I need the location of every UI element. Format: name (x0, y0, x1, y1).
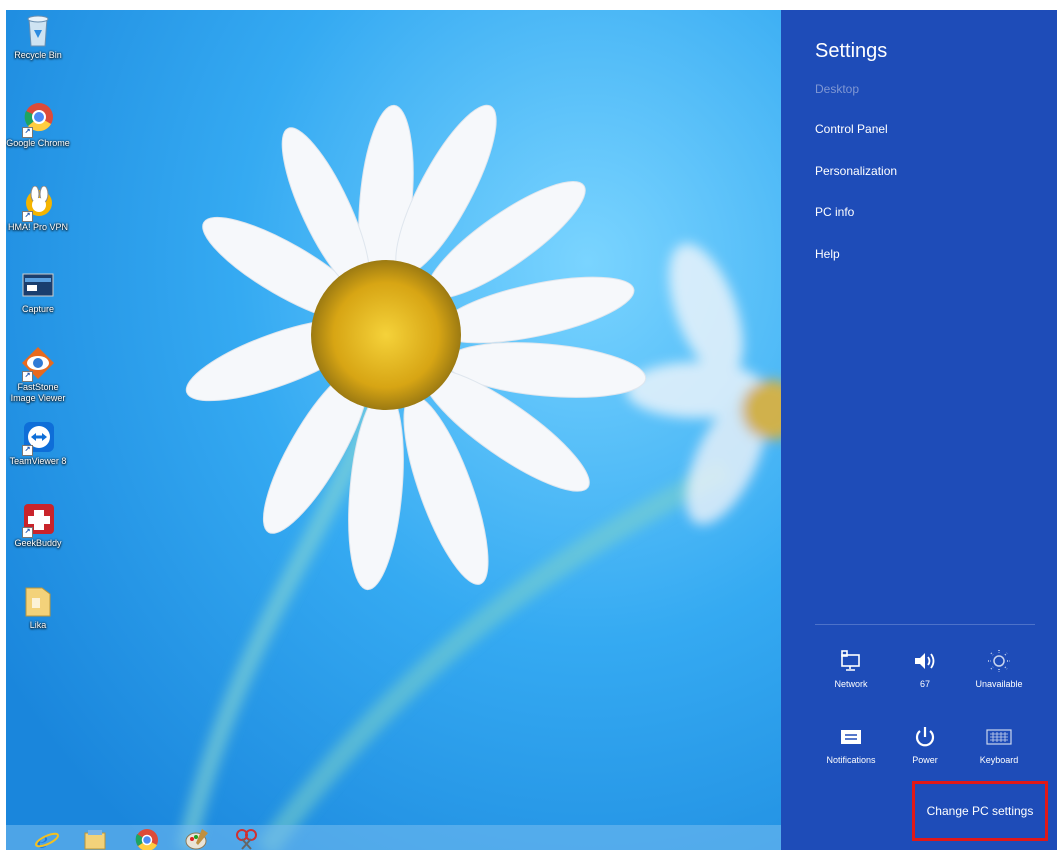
help-link[interactable]: Help (815, 247, 840, 261)
shortcut-arrow-icon: ↗ (22, 127, 33, 138)
desktop: Recycle Bin ↗ Google Chrome ↗ HMA! Pro V… (6, 10, 781, 850)
charm-title: Settings (815, 40, 888, 62)
folder-icon (20, 584, 56, 618)
internet-explorer-icon[interactable]: e (34, 827, 60, 850)
change-pc-settings-label: Change PC settings (926, 804, 1034, 818)
network-label: Network (834, 679, 868, 689)
snipping-tool-icon[interactable] (234, 827, 260, 850)
desktop-icon-label: GeekBuddy (14, 538, 62, 548)
desktop-icon-label: Google Chrome (6, 138, 70, 148)
file-explorer-icon[interactable] (82, 827, 108, 850)
volume-icon (885, 646, 965, 676)
desktop-icon-google-chrome[interactable]: ↗ Google Chrome (6, 102, 70, 149)
shortcut-arrow-icon: ↗ (22, 371, 33, 382)
shortcut-arrow-icon: ↗ (22, 527, 33, 538)
power-tile[interactable]: Power (885, 722, 965, 765)
desktop-icon-faststone[interactable]: ↗ FastStone Image Viewer (6, 346, 70, 404)
teamviewer-icon: ↗ (20, 420, 56, 456)
desktop-icon-label: HMA! Pro VPN (7, 222, 68, 232)
power-label: Power (912, 755, 938, 765)
keyboard-tile[interactable]: Keyboard (959, 722, 1039, 765)
keyboard-icon (959, 722, 1039, 752)
power-icon (885, 722, 965, 752)
desktop-icon-label: TeamViewer 8 (9, 456, 67, 466)
network-icon (811, 646, 891, 676)
faststone-icon: ↗ (20, 346, 56, 382)
shortcut-arrow-icon: ↗ (22, 211, 33, 222)
notifications-tile[interactable]: Notifications (811, 722, 891, 765)
desktop-icon-teamviewer[interactable]: ↗ TeamViewer 8 (6, 420, 70, 467)
daisy-wallpaper (6, 10, 781, 850)
chrome-icon: ↗ (20, 102, 56, 138)
desktop-icon-lika-folder[interactable]: Lika (6, 584, 70, 631)
brightness-tile[interactable]: Unavailable (959, 646, 1039, 689)
hma-vpn-icon: ↗ (20, 185, 56, 222)
geekbuddy-icon: ↗ (20, 502, 56, 538)
desktop-icon-label: FastStone Image Viewer (10, 382, 66, 403)
notifications-label: Notifications (826, 755, 876, 765)
desktop-icon-capture[interactable]: Capture (6, 268, 70, 315)
charm-context-label: Desktop (815, 82, 860, 96)
notifications-icon (811, 722, 891, 752)
personalization-link[interactable]: Personalization (815, 164, 897, 178)
taskbar: e (6, 825, 781, 850)
recycle-bin-icon (20, 14, 56, 48)
volume-tile[interactable]: 67 (885, 646, 965, 689)
desktop-icon-geekbuddy[interactable]: ↗ GeekBuddy (6, 502, 70, 549)
settings-charm-panel: Settings Desktop Control Panel Personali… (781, 10, 1057, 850)
chrome-icon[interactable] (134, 827, 160, 850)
charm-divider (815, 624, 1035, 625)
capture-icon (20, 268, 56, 302)
volume-label: 67 (919, 679, 930, 689)
brightness-label: Unavailable (975, 679, 1023, 689)
keyboard-label: Keyboard (979, 755, 1019, 765)
brightness-icon (959, 646, 1039, 676)
desktop-icon-recycle-bin[interactable]: Recycle Bin (6, 14, 70, 61)
desktop-icon-label: Lika (29, 620, 47, 630)
network-tile[interactable]: Network (811, 646, 891, 689)
desktop-icon-hma-pro-vpn[interactable]: ↗ HMA! Pro VPN (6, 185, 70, 233)
paint-icon[interactable] (184, 827, 210, 850)
control-panel-link[interactable]: Control Panel (815, 122, 888, 136)
change-pc-settings-link[interactable]: Change PC settings (912, 781, 1048, 841)
desktop-icon-label: Recycle Bin (14, 50, 62, 60)
desktop-icon-label: Capture (21, 304, 55, 314)
shortcut-arrow-icon: ↗ (22, 445, 33, 456)
pc-info-link[interactable]: PC info (815, 205, 854, 219)
